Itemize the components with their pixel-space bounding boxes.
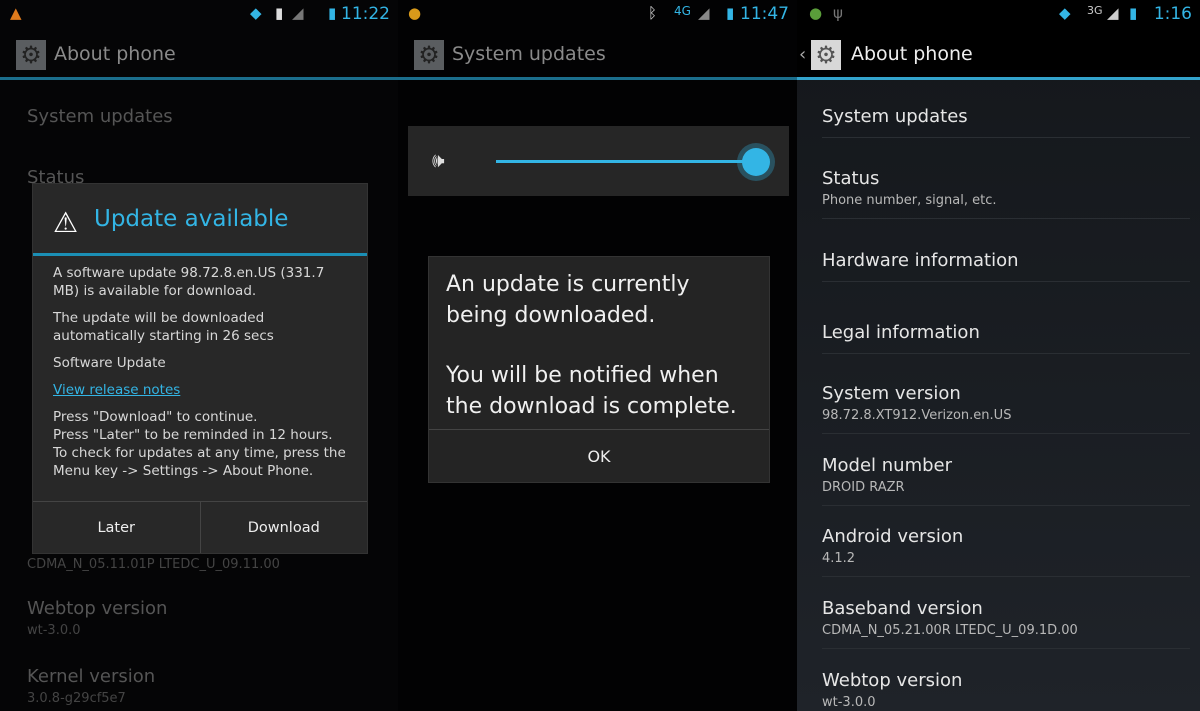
action-bar: ⚙ System updates (398, 30, 797, 80)
message-downloading: An update is currently being downloaded. (446, 272, 690, 328)
item-summary: 3.0.8-g29cf5e7 (27, 691, 126, 706)
screen-system-updates-downloading: ● ᛒ 4G ◢ ▮ 11:47 ⚙ System updates 🕪 An u… (398, 0, 797, 711)
item-summary: 98.72.8.XT912.Verizon.en.US (822, 408, 1012, 423)
item-summary: CDMA_N_05.11.01P LTEDC_U_09.11.00 (27, 557, 280, 572)
clock: 11:47 (740, 4, 789, 24)
item-summary: wt-3.0.0 (27, 623, 81, 638)
list-item-baseband[interactable]: CDMA_N_05.11.01P LTEDC_U_09.11.00 (27, 553, 384, 572)
status-bar: ▲ ◆ ▮ ◢ ▮ 11:22 (0, 0, 398, 30)
item-title: Status (822, 168, 880, 189)
battery-icon: ▮ (726, 4, 735, 22)
volume-panel: 🕪 (408, 126, 789, 196)
wifi-icon: ◆ (250, 4, 262, 22)
download-in-progress-dialog: An update is currently being downloaded.… (428, 256, 770, 483)
list-item-baseband-version[interactable]: Baseband version CDMA_N_05.21.00R LTEDC_U… (822, 598, 1190, 649)
warning-icon: ▲ (10, 4, 22, 22)
status-bar: ● ψ ◆ 3G ◢ ▮ 1:16 (797, 0, 1200, 30)
item-summary: 4.1.2 (822, 551, 856, 566)
volume-slider-track[interactable] (496, 160, 756, 163)
battery-icon: ▮ (1129, 4, 1138, 22)
item-title: Webtop version (822, 670, 963, 691)
update-available-dialog: ⚠ Update available A software update 98.… (32, 183, 368, 554)
list-item-system-updates[interactable]: System updates (27, 106, 384, 127)
item-title: Kernel version (27, 666, 156, 687)
page-title: System updates (452, 43, 606, 65)
item-title: Hardware information (822, 250, 1019, 271)
status-bar: ● ᛒ 4G ◢ ▮ 11:47 (398, 0, 797, 30)
instruction: Press "Later" to be reminded in 12 hours… (53, 427, 333, 443)
warning-icon: ⚠ (53, 206, 79, 239)
dialog-buttons: Later Download (33, 501, 367, 553)
later-button[interactable]: Later (33, 502, 200, 553)
clock: 1:16 (1153, 4, 1192, 24)
view-release-notes-link[interactable]: View release notes (53, 382, 180, 398)
item-title: Model number (822, 455, 953, 476)
item-title: System updates (822, 106, 968, 127)
ringer-volume-icon: 🕪 (432, 148, 445, 172)
bluetooth-icon: ᛒ (648, 4, 658, 22)
item-title: System updates (27, 106, 173, 127)
clock: 11:22 (341, 4, 390, 24)
list-item-model-number[interactable]: Model number DROID RAZR (822, 455, 1190, 506)
list-item-webtop-version[interactable]: Webtop version wt-3.0.0 (27, 598, 384, 638)
signal-icon: ◢ (1107, 4, 1119, 22)
dialog-body: A software update 98.72.8.en.US (331.7 M… (33, 256, 367, 488)
item-title: Android version (822, 526, 964, 547)
action-bar: ⚙ About phone (0, 30, 398, 80)
page-title: About phone (54, 43, 176, 65)
auto-download-info: The update will be downloaded automatica… (53, 310, 274, 344)
4g-lte-icon: 4G (674, 4, 691, 18)
signal-icon: ◢ (698, 4, 710, 22)
item-title: Baseband version (822, 598, 983, 619)
instruction: To check for updates at any time, press … (53, 445, 346, 479)
list-item-hardware-information[interactable]: Hardware information (822, 250, 1190, 282)
item-summary: wt-3.0.0 (822, 695, 876, 710)
gear-icon: ⚙ (414, 40, 444, 70)
list-item-system-version[interactable]: System version 98.72.8.XT912.Verizon.en.U… (822, 383, 1190, 434)
ok-button[interactable]: OK (429, 429, 769, 482)
dialog-header: ⚠ Update available (33, 184, 367, 256)
list-item-kernel-version[interactable]: Kernel version 3.0.8-g29cf5e7 (27, 666, 384, 706)
instruction: Press "Download" to continue. (53, 409, 258, 425)
screen-about-phone: ● ψ ◆ 3G ◢ ▮ 1:16 ‹ ⚙ About phone System… (797, 0, 1200, 711)
list-item-status[interactable]: Status Phone number, signal, etc. (822, 168, 1190, 219)
gear-icon[interactable]: ⚙ (811, 40, 841, 70)
item-summary: Phone number, signal, etc. (822, 193, 997, 208)
list-item-webtop-version[interactable]: Webtop version wt-3.0.0 (822, 670, 1190, 711)
action-bar: ‹ ⚙ About phone (797, 30, 1200, 80)
app-notification-icon: ● (408, 4, 422, 22)
3g-icon: 3G (1087, 4, 1103, 17)
item-summary: CDMA_N_05.21.00R LTEDC_U_09.1D.00 (822, 623, 1078, 638)
item-title: System version (822, 383, 961, 404)
list-item-android-version[interactable]: Android version 4.1.2 (822, 526, 1190, 577)
usb-icon: ψ (833, 4, 843, 22)
page-title: About phone (851, 43, 973, 65)
wifi-icon: ◆ (1059, 4, 1071, 22)
location-icon: ● (809, 4, 823, 22)
list-item-legal-information[interactable]: Legal information (822, 322, 1190, 354)
battery-icon: ▮ (328, 4, 337, 22)
software-update-label: Software Update (53, 355, 166, 371)
item-title: Webtop version (27, 598, 168, 619)
volume-slider-thumb[interactable] (742, 148, 770, 176)
item-summary: DROID RAZR (822, 480, 905, 495)
dialog-message: An update is currently being downloaded.… (429, 257, 769, 434)
screen-about-phone-update-dialog: ▲ ◆ ▮ ◢ ▮ 11:22 ⚙ About phone System upd… (0, 0, 398, 711)
download-button[interactable]: Download (199, 502, 368, 553)
dialog-title: Update available (94, 206, 289, 232)
signal-icon: ◢ (292, 4, 304, 22)
back-chevron-icon[interactable]: ‹ (799, 44, 806, 65)
update-info: A software update 98.72.8.en.US (331.7 M… (53, 265, 325, 299)
message-notify: You will be notified when the download i… (446, 363, 737, 419)
gear-icon: ⚙ (16, 40, 46, 70)
sim-icon: ▮ (275, 4, 284, 22)
item-title: Legal information (822, 322, 980, 343)
list-item-system-updates[interactable]: System updates (822, 106, 1190, 138)
